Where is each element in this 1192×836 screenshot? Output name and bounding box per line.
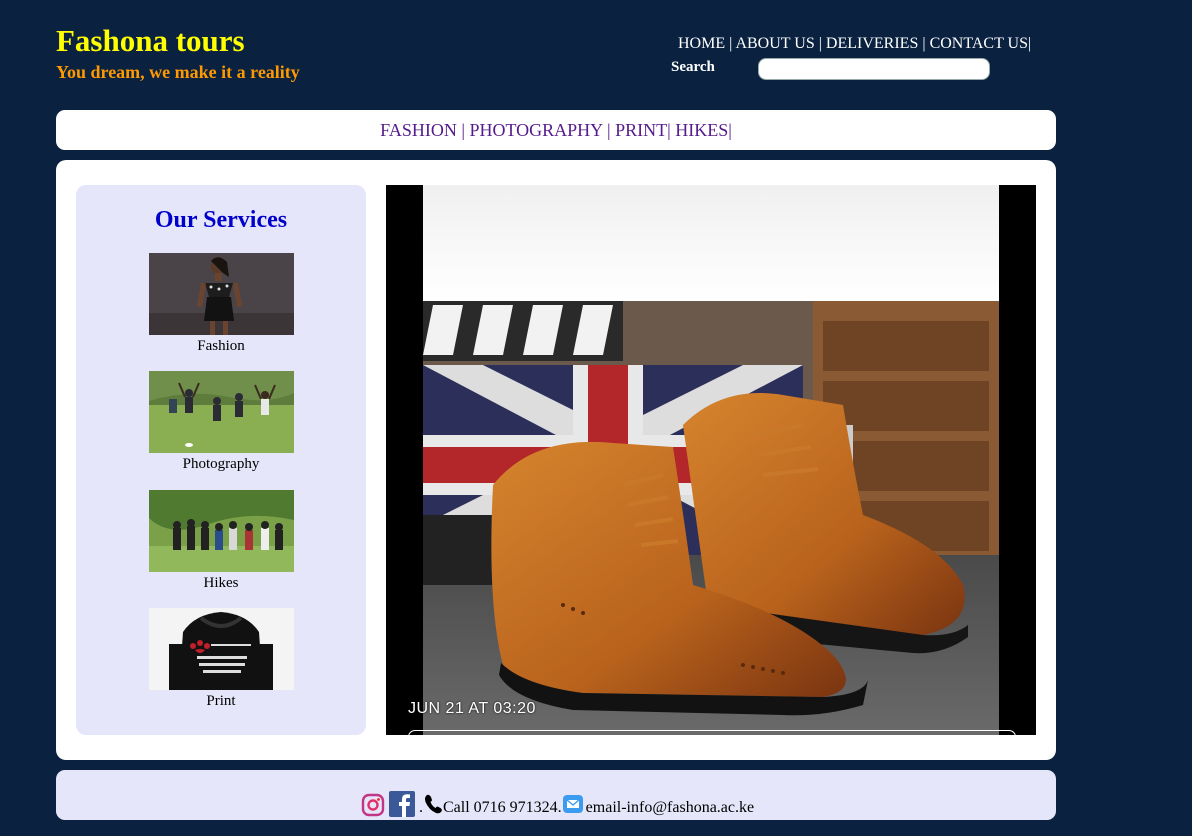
services-title: Our Services <box>154 207 288 233</box>
slideshow[interactable]: JUN 21 AT 03:20 <box>386 185 1036 735</box>
footer: . Call 0716 971324. email-info@fashona.a… <box>56 770 1056 820</box>
instagram-icon[interactable] <box>361 793 385 817</box>
nav-separator: | <box>918 35 930 52</box>
service-fashion[interactable]: Fashion <box>76 253 366 355</box>
phone-icon <box>423 793 443 817</box>
cat-photography-link[interactable]: PHOTOGRAPHY <box>469 120 602 140</box>
footer-call-text: Call 0716 971324. <box>443 799 562 816</box>
nav-home-link[interactable]: HOME <box>678 35 725 52</box>
footer-email-text[interactable]: email-info@fashona.ac.ke <box>586 799 754 817</box>
footer-contacts: . Call 0716 971324. email-info@fashona.a… <box>361 787 754 817</box>
site-title: Fashona tours <box>56 23 245 58</box>
cat-fashion-link[interactable]: FASHION <box>380 120 457 140</box>
nav-deliveries-link[interactable]: DELIVERIES <box>826 35 918 52</box>
email-icon[interactable] <box>562 793 586 817</box>
cat-separator: | <box>667 120 676 140</box>
slideshow-image <box>423 185 999 735</box>
search-input[interactable] <box>758 58 990 80</box>
service-photography[interactable]: Photography <box>76 371 366 473</box>
facebook-icon[interactable] <box>389 791 415 817</box>
slide-timestamp: JUN 21 AT 03:20 <box>408 700 536 717</box>
photography-thumbnail[interactable] <box>148 371 294 453</box>
slide-progress-bar[interactable] <box>408 730 1016 735</box>
cat-separator: | <box>602 120 616 140</box>
cat-separator: | <box>728 120 732 140</box>
cat-separator: | <box>456 120 470 140</box>
nav-separator: | <box>1028 35 1032 52</box>
top-nav: HOME | ABOUT US | DELIVERIES | CONTACT U… <box>678 34 1031 54</box>
print-thumbnail[interactable] <box>148 608 294 690</box>
nav-separator: | <box>814 35 826 52</box>
search-label: Search <box>671 59 715 75</box>
service-print[interactable]: Print <box>76 608 366 710</box>
nav-contact-link[interactable]: CONTACT US <box>930 35 1028 52</box>
service-label: Fashion <box>197 338 245 354</box>
site-tagline: You dream, we make it a reality <box>56 62 300 82</box>
category-nav: FASHION | PHOTOGRAPHY | PRINT| HIKES| <box>56 110 1056 150</box>
cat-print-link[interactable]: PRINT <box>615 120 667 140</box>
service-hikes[interactable]: Hikes <box>76 490 366 592</box>
service-label: Print <box>206 693 236 709</box>
fashion-thumbnail[interactable] <box>148 253 294 335</box>
nav-about-link[interactable]: ABOUT US <box>735 35 814 52</box>
nav-separator: | <box>725 35 736 52</box>
cat-hikes-link[interactable]: HIKES <box>675 120 728 140</box>
hikes-thumbnail[interactable] <box>148 490 294 572</box>
service-label: Hikes <box>203 575 239 591</box>
services-sidebar: Our Services Fashion Photography Hikes P… <box>76 185 366 735</box>
main-panel: Our Services Fashion Photography Hikes P… <box>56 160 1056 760</box>
service-label: Photography <box>182 456 260 472</box>
